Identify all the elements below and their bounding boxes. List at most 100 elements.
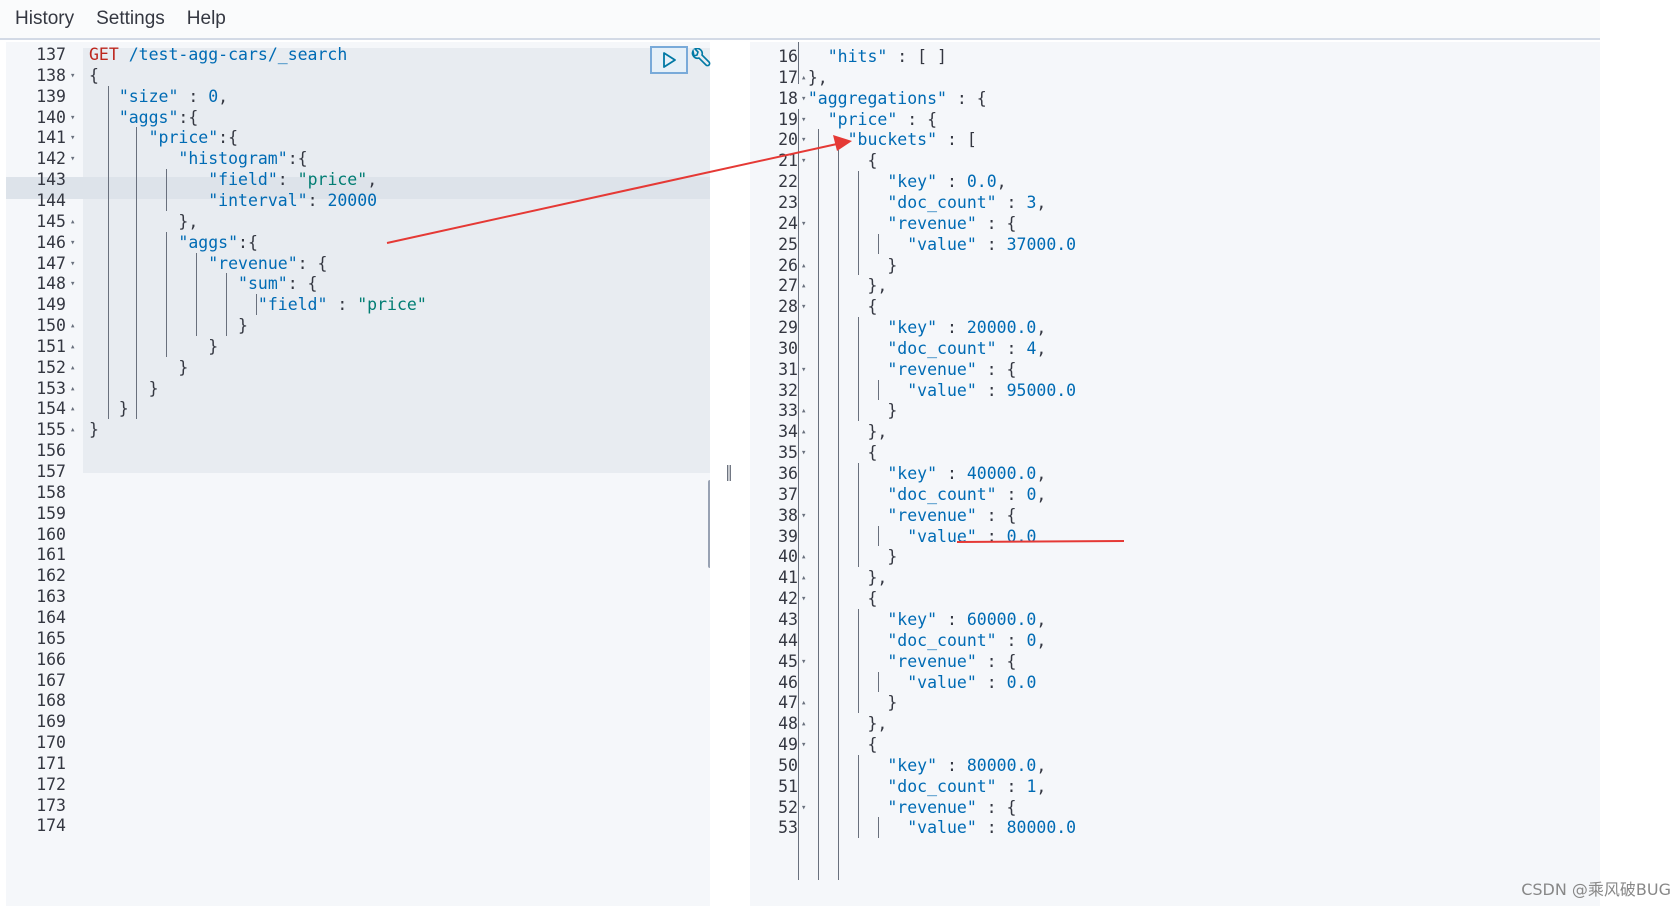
code-token-method: GET [89, 45, 119, 64]
code-text: } [89, 398, 129, 420]
code-token-punc: , [996, 172, 1007, 192]
code-text: } [89, 419, 99, 441]
fold-expand-icon[interactable]: ▴ [70, 315, 75, 337]
code-text: "aggs":{ [89, 232, 258, 254]
code-text: } [788, 692, 897, 714]
code-token-punc: :{ [287, 149, 308, 169]
code-token-punc [89, 274, 238, 293]
menu-settings[interactable]: Settings [96, 8, 165, 30]
code-token-punc [89, 233, 178, 252]
code-token-punc [788, 360, 887, 379]
code-token-punc: :{ [178, 107, 199, 127]
line-number: 163 [36, 587, 66, 607]
line-number: 152 [36, 357, 66, 377]
pane-splitter[interactable]: ‖ [718, 42, 746, 906]
code-text: "buckets" : [ [788, 129, 977, 151]
fold-collapse-icon[interactable]: ▾ [70, 273, 75, 295]
line-number: 169 [36, 712, 66, 732]
code-text: } [89, 357, 188, 379]
code-token-punc [89, 108, 119, 127]
code-token-punc: :{ [238, 232, 258, 252]
code-token-punc [788, 464, 887, 483]
code-token-num: 3 [1026, 192, 1037, 212]
fold-collapse-icon[interactable]: ▾ [70, 253, 75, 275]
code-token-punc: , [218, 86, 229, 106]
code-token-punc [89, 87, 119, 106]
code-token-punc [788, 130, 848, 149]
code-token-punc [788, 214, 887, 233]
code-token-punc [788, 652, 887, 671]
code-token-punc: : [996, 192, 1027, 212]
code-token-key: "key" [887, 464, 938, 483]
code-text: "doc_count" : 0, [788, 484, 1046, 506]
code-text: "key" : 20000.0, [788, 317, 1046, 339]
code-token-punc: : [976, 526, 1007, 546]
code-text: "revenue" : { [788, 359, 1016, 381]
line-number: 174 [36, 816, 66, 836]
code-text: } [89, 315, 248, 337]
fold-collapse-icon[interactable]: ▾ [70, 107, 75, 129]
code-token-punc [788, 818, 907, 837]
fold-collapse-icon[interactable]: ▾ [70, 148, 75, 170]
code-text: }, [788, 713, 887, 735]
code-token-punc: } [788, 255, 898, 275]
code-text: { [788, 588, 877, 610]
fold-expand-icon[interactable]: ▴ [70, 378, 75, 400]
fold-expand-icon[interactable]: ▴ [70, 336, 75, 358]
code-text: "key" : 0.0, [788, 171, 1007, 193]
code-text: "price":{ [89, 127, 238, 149]
code-token-punc [788, 527, 907, 546]
code-token-punc [788, 193, 887, 212]
code-token-punc: : [976, 818, 1007, 838]
code-text: "hits" : [ ] [788, 46, 947, 68]
code-token-punc: }, [89, 211, 199, 231]
code-token-str: "price" [357, 295, 427, 315]
line-number: 143 [36, 170, 66, 190]
code-token-punc [89, 295, 258, 314]
code-text: "aggregations" : { [788, 88, 987, 110]
code-token-punc: : [937, 755, 967, 775]
code-token-punc [788, 756, 887, 775]
code-token-punc: : [327, 295, 358, 315]
code-token-url: /test-agg-cars/_search [128, 45, 348, 64]
fold-expand-icon[interactable]: ▴ [70, 398, 75, 420]
fold-expand-icon[interactable]: ▴ [70, 419, 75, 441]
line-number: 145 [36, 211, 66, 231]
request-options-button[interactable] [688, 47, 712, 72]
fold-collapse-icon[interactable]: ▾ [70, 127, 75, 149]
send-request-button[interactable] [650, 46, 688, 74]
code-token-key: "key" [887, 172, 938, 192]
line-number: 141 [36, 128, 66, 148]
menu-help[interactable]: Help [187, 8, 226, 30]
menu-history[interactable]: History [15, 8, 74, 30]
request-editor[interactable]: 137 GET /test-agg-cars/_search 138 ▾{139 "s… [6, 42, 710, 906]
fold-collapse-icon[interactable]: ▾ [70, 65, 75, 87]
drag-handle-icon[interactable]: ‖ [725, 462, 733, 481]
code-text: } [788, 546, 897, 568]
code-token-punc: }, [788, 276, 888, 296]
code-text: "value" : 95000.0 [788, 380, 1076, 402]
fold-collapse-icon[interactable]: ▾ [70, 232, 75, 254]
code-token-punc: , [1036, 318, 1047, 338]
request-scrollbar[interactable] [708, 480, 710, 568]
code-token-punc: , [367, 170, 378, 190]
code-token-punc: : [996, 630, 1027, 650]
line-number: 159 [36, 503, 66, 523]
code-token-punc: : { [897, 109, 938, 129]
code-text: "key" : 60000.0, [788, 609, 1046, 631]
code-token-punc [788, 610, 887, 629]
fold-expand-icon[interactable]: ▴ [70, 357, 75, 379]
line-number: 155 [36, 420, 66, 440]
code-token-punc: , [1036, 338, 1047, 358]
code-token-key: "revenue" [887, 797, 977, 817]
code-token-key: "value" [907, 818, 977, 838]
code-token-key: "revenue" [887, 213, 977, 233]
line-number: 164 [36, 607, 66, 627]
code-text: }, [788, 567, 887, 589]
code-token-punc: : [277, 170, 298, 190]
code-token-key: "value" [907, 526, 977, 546]
line-number: 168 [36, 691, 66, 711]
fold-expand-icon[interactable]: ▴ [70, 211, 75, 233]
line-number: 140 [36, 107, 66, 127]
code-token-punc [788, 631, 887, 650]
